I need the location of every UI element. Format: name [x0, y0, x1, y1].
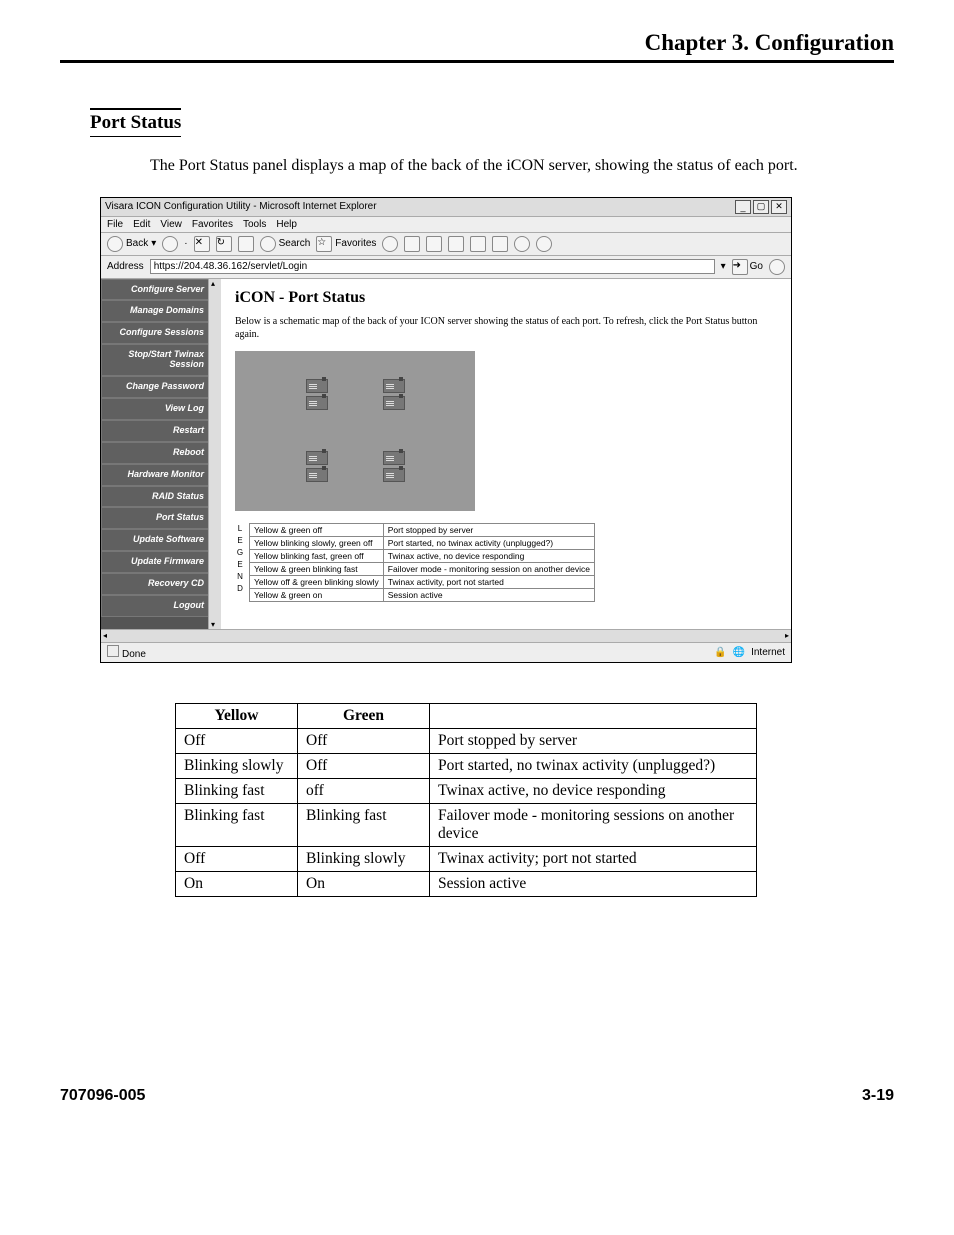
mail-icon[interactable]: [404, 236, 420, 252]
legend-row: Yellow blinking fast, green offTwinax ac…: [250, 549, 595, 562]
main-description: Below is a schematic map of the back of …: [235, 315, 777, 341]
extra-icon-2[interactable]: [492, 236, 508, 252]
stop-icon[interactable]: ✕: [194, 236, 210, 252]
extra-icon-1[interactable]: [470, 236, 486, 252]
browser-screenshot: Visara ICON Configuration Utility - Micr…: [100, 197, 792, 663]
sidebar-item-manage-domains[interactable]: Manage Domains: [101, 300, 221, 322]
refresh-icon[interactable]: ↻: [216, 236, 232, 252]
sidebar: Configure Server Manage Domains Configur…: [101, 279, 221, 629]
port-slot: [383, 451, 405, 465]
table-header-row: Yellow Green: [176, 703, 757, 728]
lock-icon: 🔒: [714, 647, 726, 658]
sidebar-item-raid-status[interactable]: RAID Status: [101, 486, 221, 508]
port-slot: [306, 379, 328, 393]
footer-page-number: 3-19: [862, 1087, 894, 1105]
section-title: Port Status: [90, 108, 181, 137]
status-zone: Internet: [751, 647, 785, 658]
edit-icon[interactable]: [448, 236, 464, 252]
menu-bar: File Edit View Favorites Tools Help: [101, 217, 791, 233]
port-slot: [306, 396, 328, 410]
main-heading: iCON - Port Status: [235, 289, 777, 307]
search-icon: [260, 236, 276, 252]
legend-row: Yellow blinking slowly, green offPort st…: [250, 536, 595, 549]
sidebar-item-configure-sessions[interactable]: Configure Sessions: [101, 322, 221, 344]
legend-row: Yellow & green blinking fastFailover mod…: [250, 562, 595, 575]
footer-doc-number: 707096-005: [60, 1087, 145, 1105]
search-button[interactable]: Search: [260, 236, 311, 252]
star-icon: ☆: [316, 236, 332, 252]
print-icon[interactable]: [426, 236, 442, 252]
zone-icon: 🌐: [733, 647, 745, 658]
sidebar-item-update-software[interactable]: Update Software: [101, 529, 221, 551]
menu-edit[interactable]: Edit: [133, 219, 150, 230]
horizontal-scrollbar[interactable]: ◂▸: [101, 629, 791, 642]
table-row: OnOnSession active: [176, 871, 757, 896]
legend-row: Yellow & green onSession active: [250, 588, 595, 601]
minimize-button[interactable]: _: [735, 200, 751, 214]
status-bar: Done 🔒 🌐 Internet: [101, 642, 791, 662]
table-row: Blinking fastoffTwinax active, no device…: [176, 778, 757, 803]
port-slot: [306, 468, 328, 482]
toolbar: Back ▾ · ✕ ↻ Search ☆Favorites: [101, 233, 791, 256]
table-row: Blinking fastBlinking fastFailover mode …: [176, 803, 757, 846]
history-icon[interactable]: [382, 236, 398, 252]
go-button[interactable]: ➜Go: [732, 259, 763, 275]
sidebar-item-recovery-cd[interactable]: Recovery CD: [101, 573, 221, 595]
th-green: Green: [298, 703, 430, 728]
status-table: Yellow Green OffOffPort stopped by serve…: [175, 703, 757, 897]
main-panel: iCON - Port Status Below is a schematic …: [221, 279, 791, 629]
table-row: OffBlinking slowlyTwinax activity; port …: [176, 846, 757, 871]
sidebar-item-view-log[interactable]: View Log: [101, 398, 221, 420]
go-icon: ➜: [732, 259, 748, 275]
links-icon[interactable]: [769, 259, 785, 275]
window-title: Visara ICON Configuration Utility - Micr…: [105, 201, 377, 212]
chapter-header: Chapter 3. Configuration: [60, 30, 894, 63]
window-titlebar: Visara ICON Configuration Utility - Micr…: [101, 198, 791, 217]
menu-file[interactable]: File: [107, 219, 123, 230]
address-label: Address: [107, 261, 144, 272]
table-row: Blinking slowlyOffPort started, no twina…: [176, 753, 757, 778]
legend-row: Yellow off & green blinking slowlyTwinax…: [250, 575, 595, 588]
sidebar-item-change-password[interactable]: Change Password: [101, 376, 221, 398]
favorites-button[interactable]: ☆Favorites: [316, 236, 376, 252]
sidebar-item-logout[interactable]: Logout: [101, 595, 221, 617]
port-slot: [383, 379, 405, 393]
forward-icon[interactable]: [162, 236, 178, 252]
sidebar-item-reboot[interactable]: Reboot: [101, 442, 221, 464]
sidebar-item-port-status[interactable]: Port Status: [101, 507, 221, 529]
legend-row: Yellow & green offPort stopped by server: [250, 523, 595, 536]
sidebar-item-restart[interactable]: Restart: [101, 420, 221, 442]
th-desc: [430, 703, 757, 728]
legend-table: Yellow & green offPort stopped by server…: [249, 523, 595, 602]
sidebar-scrollbar[interactable]: [208, 279, 221, 629]
port-map: [235, 351, 475, 511]
port-slot: [383, 468, 405, 482]
back-button[interactable]: Back ▾: [107, 236, 156, 252]
close-button[interactable]: ✕: [771, 200, 787, 214]
legend-label: LEGEND: [235, 523, 245, 595]
url-input[interactable]: [150, 259, 715, 274]
menu-view[interactable]: View: [160, 219, 182, 230]
sidebar-item-configure-server[interactable]: Configure Server: [101, 279, 221, 301]
menu-help[interactable]: Help: [276, 219, 297, 230]
address-bar: Address ▾ ➜Go: [101, 256, 791, 279]
sidebar-item-hardware-monitor[interactable]: Hardware Monitor: [101, 464, 221, 486]
port-slot: [306, 451, 328, 465]
status-done: Done: [107, 645, 146, 660]
th-yellow: Yellow: [176, 703, 298, 728]
extra-icon-3[interactable]: [514, 236, 530, 252]
maximize-button[interactable]: ▢: [753, 200, 769, 214]
back-icon: [107, 236, 123, 252]
home-icon[interactable]: [238, 236, 254, 252]
legend: LEGEND Yellow & green offPort stopped by…: [235, 523, 777, 602]
menu-tools[interactable]: Tools: [243, 219, 266, 230]
port-slot: [383, 396, 405, 410]
sidebar-item-update-firmware[interactable]: Update Firmware: [101, 551, 221, 573]
table-row: OffOffPort stopped by server: [176, 728, 757, 753]
extra-icon-4[interactable]: [536, 236, 552, 252]
sidebar-item-stop-start-twinax[interactable]: Stop/Start Twinax Session: [101, 344, 221, 376]
menu-favorites[interactable]: Favorites: [192, 219, 233, 230]
body-text: The Port Status panel displays a map of …: [150, 155, 834, 177]
page-footer: 707096-005 3-19: [60, 1087, 894, 1105]
